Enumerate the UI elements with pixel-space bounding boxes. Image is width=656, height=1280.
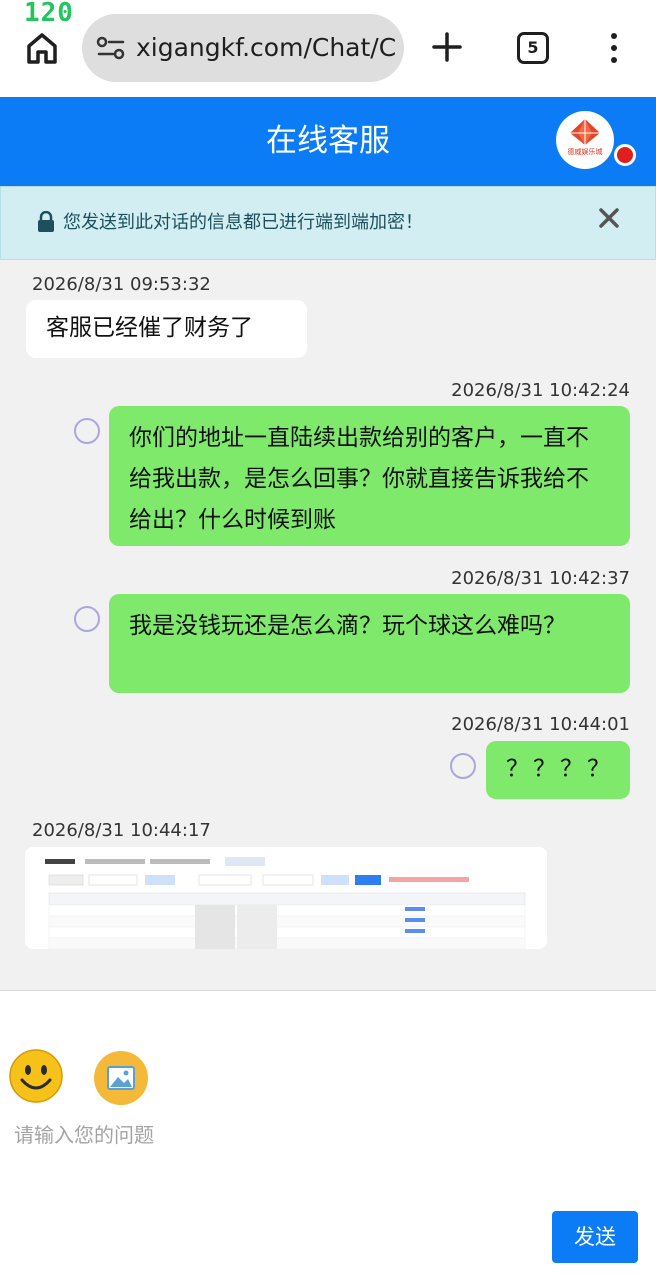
status-indicator-dot [614, 144, 636, 166]
message-timestamp: 2026/8/31 10:44:01 [451, 714, 630, 735]
chat-header: 在线客服 德威娱乐城 [0, 97, 656, 186]
brand-logo: 德威娱乐城 [556, 111, 614, 169]
image-upload-icon[interactable] [93, 1050, 149, 1106]
url-text[interactable]: xigangkf.com/Chat/C [136, 33, 398, 63]
message-timestamp: 2026/8/31 10:44:17 [32, 820, 211, 841]
encryption-notice-text: 您发送到此对话的信息都已进行端到端加密！ [63, 212, 423, 233]
message-timestamp: 2026/8/31 09:53:32 [32, 274, 211, 295]
chat-message-list[interactable]: 2026/8/31 09:53:32 客服已经催了财务了 2026/8/31 1… [0, 260, 656, 991]
tab-switcher-button[interactable]: 5 [517, 32, 549, 64]
emoji-icon[interactable] [8, 1048, 64, 1104]
message-timestamp: 2026/8/31 10:42:24 [451, 380, 630, 401]
address-bar[interactable]: xigangkf.com/Chat/C [82, 14, 404, 82]
message-composer: 发送 [0, 1031, 656, 1280]
send-button[interactable]: 发送 [552, 1211, 638, 1263]
encryption-notice-banner: 您发送到此对话的信息都已进行端到端加密！ [0, 186, 656, 260]
message-status-icon [74, 418, 100, 444]
browser-toolbar: 120 xigangkf.com/Chat/C 5 [0, 0, 656, 97]
message-timestamp: 2026/8/31 10:42:37 [451, 568, 630, 589]
message-status-icon [450, 753, 476, 779]
lock-icon [37, 210, 55, 233]
user-message-bubble: 你们的地址一直陆续出款给别的客户，一直不给我出款，是怎么回事？你就直接告诉我给不… [109, 406, 630, 546]
message-status-icon [74, 606, 100, 632]
message-input[interactable] [14, 1119, 634, 1229]
site-settings-icon[interactable] [96, 34, 126, 62]
more-menu-icon[interactable] [603, 30, 625, 66]
new-tab-icon[interactable] [430, 30, 464, 64]
status-bar-number: 120 [24, 0, 74, 28]
home-icon[interactable] [22, 28, 62, 68]
brand-logo-text: 德威娱乐城 [567, 148, 603, 156]
image-message-thumbnail[interactable] [25, 847, 547, 949]
user-message-bubble: ？？？？ [486, 741, 630, 799]
user-message-bubble: 我是没钱玩还是怎么滴？玩个球这么难吗？ [109, 594, 630, 693]
close-icon[interactable] [597, 206, 621, 230]
agent-message-bubble: 客服已经催了财务了 [26, 300, 307, 358]
